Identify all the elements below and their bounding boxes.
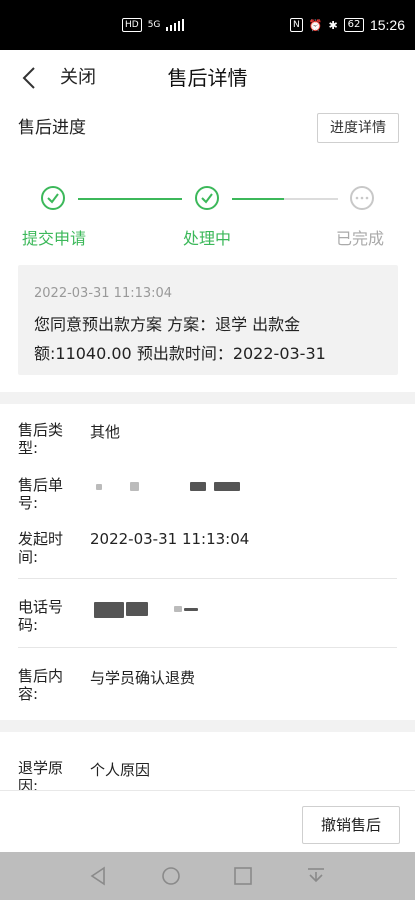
detail-label-time: 发起时 间: (18, 530, 64, 566)
status-right-icons: N ⏰ ✱ 62 (290, 0, 365, 50)
step-label-processing: 处理中 (183, 229, 232, 248)
detail-value-content: 与学员确认退费 (90, 669, 196, 687)
detail-value-reason: 个人原因 (90, 761, 151, 779)
step-label-completed: 已完成 (336, 229, 385, 248)
progress-line-1 (78, 198, 182, 200)
system-nav-bar (0, 852, 415, 900)
bluetooth-icon: ✱ (328, 18, 338, 32)
battery-indicator: 62 (343, 18, 365, 32)
divider (18, 578, 397, 579)
footer-divider (0, 790, 415, 791)
section-gap (0, 392, 415, 404)
section-gap (0, 720, 415, 732)
cancel-aftersale-button[interactable]: 撤销售后 (302, 806, 400, 844)
signal-5g-icon: 5G (147, 20, 161, 30)
detail-value-type: 其他 (90, 423, 121, 441)
notification-down-icon[interactable] (306, 866, 326, 886)
wifi-signal-icon (166, 19, 185, 31)
message-time: 2022-03-31 11:13:04 (34, 286, 173, 301)
step-done-check-icon (195, 186, 219, 210)
back-triangle-icon[interactable] (88, 866, 108, 886)
status-left-icons: HD 5G (122, 0, 185, 50)
step-done-check-icon (41, 186, 65, 210)
detail-value-time: 2022-03-31 11:13:04 (90, 530, 250, 548)
detail-label-order: 售后单 号: (18, 476, 64, 512)
alarm-icon: ⏰ (308, 18, 323, 32)
detail-label-type: 售后类 型: (18, 421, 64, 457)
detail-label-phone: 电话号 码: (18, 598, 64, 634)
page-title: 售后详情 (167, 66, 248, 90)
progress-line-2-filled (232, 198, 284, 200)
progress-heading: 售后进度 (18, 118, 86, 138)
progress-detail-button[interactable]: 进度详情 (317, 113, 399, 143)
progress-line-2-empty (284, 198, 338, 200)
status-bar: HD 5G N ⏰ ✱ 62 15:26 (0, 0, 415, 50)
home-circle-icon[interactable] (161, 866, 181, 886)
message-line-2: 额:11040.00 预出款时间：2022-03-31 (34, 344, 326, 363)
hd-icon: HD (122, 18, 142, 32)
status-time: 15:26 (369, 17, 405, 33)
nfc-icon: N (290, 18, 303, 32)
step-pending-dots-icon (350, 186, 374, 210)
divider (18, 647, 397, 648)
step-label-submitted: 提交申请 (22, 229, 87, 248)
recents-square-icon[interactable] (234, 867, 252, 885)
detail-label-content: 售后内 容: (18, 667, 64, 703)
message-line-1: 您同意预出款方案 方案：退学 出款金 (34, 315, 301, 334)
